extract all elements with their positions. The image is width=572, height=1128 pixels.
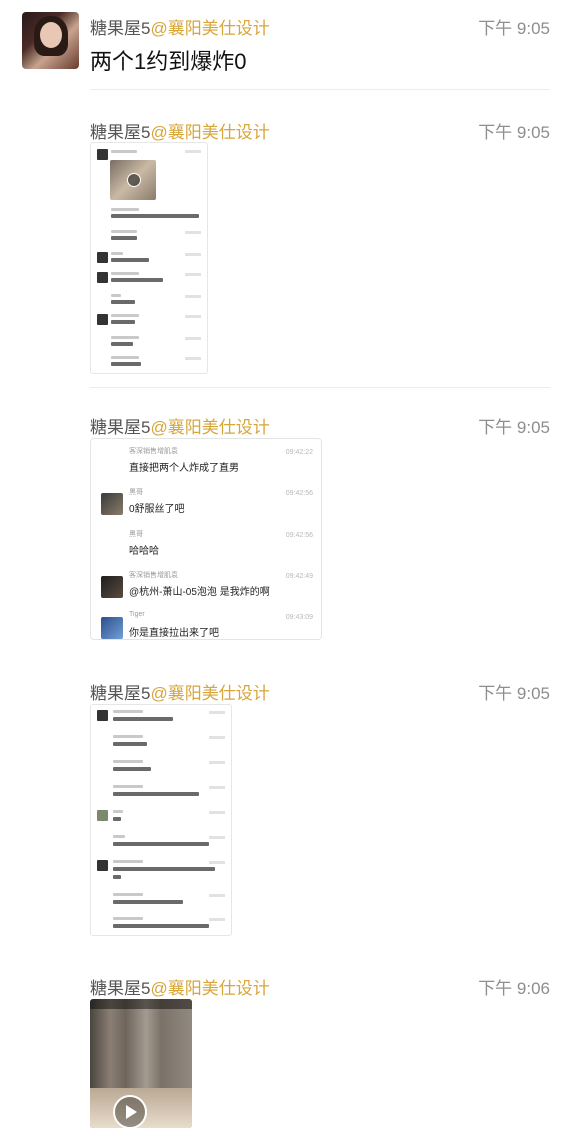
sender-name[interactable]: 糖果屋5@襄阳美仕设计	[90, 679, 270, 704]
sender-name[interactable]: 糖果屋5@襄阳美仕设计	[90, 118, 270, 143]
chat-message-5: 糖果屋5@襄阳美仕设计 下午 9:06	[0, 964, 572, 1128]
message-time: 下午 9:05	[478, 684, 550, 703]
sender-name[interactable]: 糖果屋5@襄阳美仕设计	[90, 974, 270, 999]
sender-name[interactable]: 糖果屋5@襄阳美仕设计	[90, 413, 270, 438]
divider	[90, 89, 550, 90]
list-item: 黑哥 09:42:56 0舒服丝了吧	[91, 484, 321, 524]
list-item: 客深销售增肌袁 09:42:49 @杭州-萧山-05泡泡 是我炸的啊	[91, 567, 321, 607]
screenshot-image[interactable]	[90, 704, 232, 936]
avatar	[101, 576, 123, 598]
play-icon[interactable]	[113, 1095, 147, 1128]
avatar	[101, 493, 123, 515]
list-item: Tiger 09:43:09 你是直接拉出来了吧	[91, 608, 321, 639]
video-thumbnail[interactable]	[90, 999, 192, 1128]
list-item: 客深销售增肌袁 09:42:22 直接把两个人炸成了直男	[129, 448, 313, 474]
message-time: 下午 9:05	[478, 19, 550, 38]
avatar[interactable]	[22, 12, 79, 69]
chat-message-4: 糖果屋5@襄阳美仕设计 下午 9:05	[0, 669, 572, 949]
message-text[interactable]: 两个1约到爆炸0	[90, 44, 246, 76]
list-item: 黑哥 09:42:56 哈哈哈	[129, 531, 313, 557]
chat-message-2: 糖果屋5@襄阳美仕设计 下午 9:05	[0, 108, 572, 388]
screenshot-image[interactable]: 客深销售增肌袁 09:42:22 直接把两个人炸成了直男 黑哥 09:42:56…	[90, 438, 322, 640]
screenshot-image[interactable]	[90, 142, 208, 374]
message-time: 下午 9:05	[478, 418, 550, 437]
divider	[90, 387, 550, 388]
message-time: 下午 9:06	[478, 979, 550, 998]
avatar	[101, 617, 123, 639]
chat-message-1: 糖果屋5@襄阳美仕设计 下午 9:05 两个1约到爆炸0	[0, 0, 572, 95]
message-time: 下午 9:05	[478, 123, 550, 142]
sender-name[interactable]: 糖果屋5@襄阳美仕设计	[90, 14, 270, 39]
